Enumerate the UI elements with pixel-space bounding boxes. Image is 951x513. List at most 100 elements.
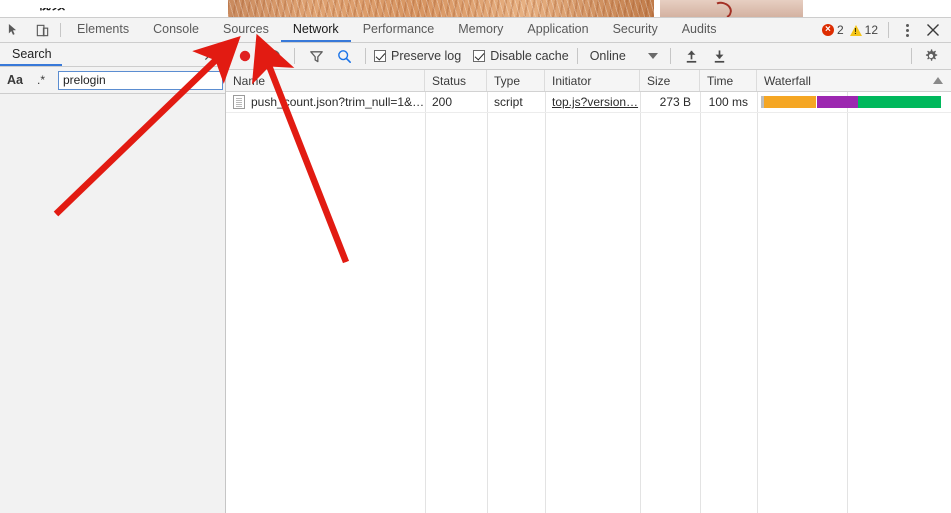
- tab-elements[interactable]: Elements: [65, 18, 141, 42]
- toolbar-divider-1: [294, 48, 295, 64]
- network-panel: Preserve log Disable cache Online Name S…: [226, 43, 951, 513]
- tab-network[interactable]: Network: [280, 18, 351, 42]
- tab-security[interactable]: Security: [601, 18, 670, 42]
- cell-time: 100 ms: [700, 92, 757, 112]
- page-image-left: [228, 0, 654, 17]
- tab-audits-label: Audits: [681, 22, 717, 36]
- devtools-tabbar: Elements Console Sources Network Perform…: [0, 18, 951, 43]
- devtools-screenshot: 视频 Elements Console Sources Network Per: [0, 0, 951, 513]
- match-case-button[interactable]: Aa: [4, 71, 26, 90]
- table-header-row: Name Status Type Initiator Size Time Wat…: [226, 70, 951, 92]
- script-file-icon: [233, 95, 245, 109]
- chevron-down-icon: [647, 53, 658, 59]
- regex-label: .*: [36, 73, 45, 87]
- tab-application[interactable]: Application: [515, 18, 600, 42]
- tab-console[interactable]: Console: [141, 18, 211, 42]
- search-input[interactable]: [58, 70, 223, 90]
- warning-icon: [849, 24, 862, 36]
- column-header-status-label: Status: [432, 73, 467, 88]
- tabbar-right-group: × 2 12: [821, 18, 951, 42]
- preserve-log-box: [374, 50, 386, 62]
- tab-security-label: Security: [612, 22, 658, 36]
- tab-network-label: Network: [292, 22, 339, 36]
- column-header-waterfall[interactable]: Waterfall: [757, 70, 951, 91]
- disable-cache-box: [473, 50, 486, 62]
- toggle-device-toolbar-icon[interactable]: [28, 18, 56, 42]
- search-controls-row: Aa .*: [0, 67, 272, 94]
- cell-type: script: [487, 92, 545, 112]
- regex-button[interactable]: .*: [30, 71, 52, 90]
- warning-count: 12: [864, 23, 878, 37]
- filter-icon[interactable]: [303, 45, 329, 67]
- cell-size: 273 B: [640, 92, 700, 112]
- column-header-time[interactable]: Time: [700, 70, 757, 91]
- cell-size-label: 273 B: [659, 95, 691, 109]
- devtools-panel: Elements Console Sources Network Perform…: [0, 17, 951, 513]
- tab-elements-label: Elements: [77, 22, 130, 36]
- search-results-area: [0, 94, 225, 513]
- sort-ascending-icon: [933, 77, 943, 84]
- requests-table: Name Status Type Initiator Size Time Wat…: [226, 70, 951, 513]
- page-right-blank: [803, 0, 951, 17]
- initiator-link[interactable]: top.js?version…: [552, 95, 638, 109]
- clear-button[interactable]: [260, 45, 286, 67]
- waterfall-bar: [761, 96, 943, 108]
- tab-performance-label: Performance: [362, 22, 435, 36]
- waterfall-segment-content-download: [858, 96, 942, 108]
- table-row[interactable]: push_count.json?trim_null=1&… 200 script…: [226, 92, 951, 113]
- search-drawer-tabbar: Search: [0, 43, 225, 67]
- tab-audits[interactable]: Audits: [670, 18, 729, 42]
- waterfall-segment-request-sent: [816, 96, 859, 108]
- more-options-icon[interactable]: [897, 23, 917, 37]
- import-har-button[interactable]: [679, 45, 705, 67]
- tab-sources[interactable]: Sources: [211, 18, 281, 42]
- waterfall-segment-dns-tcp: [763, 96, 817, 108]
- error-icon: ×: [821, 24, 834, 36]
- record-button[interactable]: [232, 45, 258, 67]
- table-column-grid: [226, 92, 951, 513]
- disable-cache-label: Disable cache: [490, 49, 569, 63]
- gear-icon[interactable]: [918, 45, 944, 67]
- cell-name-label: push_count.json?trim_null=1&…: [251, 95, 425, 109]
- column-header-initiator[interactable]: Initiator: [545, 70, 640, 91]
- close-search-drawer-icon[interactable]: [204, 48, 217, 61]
- tab-console-label: Console: [153, 22, 199, 36]
- tabbar-divider: [60, 23, 61, 37]
- cell-status-label: 200: [432, 95, 453, 109]
- column-header-name[interactable]: Name: [226, 70, 425, 91]
- tab-memory-label: Memory: [458, 22, 504, 36]
- page-content-strip: 视频: [0, 0, 951, 17]
- toolbar-divider-5: [911, 48, 912, 64]
- tab-memory[interactable]: Memory: [446, 18, 515, 42]
- cell-initiator: top.js?version…: [545, 92, 640, 112]
- cell-status: 200: [425, 92, 487, 112]
- search-icon[interactable]: [331, 45, 357, 67]
- inspect-element-icon[interactable]: [0, 18, 28, 42]
- cell-type-label: script: [494, 95, 523, 109]
- tab-application-label: Application: [527, 22, 589, 36]
- column-header-type[interactable]: Type: [487, 70, 545, 91]
- tab-search-label: Search: [12, 46, 52, 61]
- cell-waterfall: [757, 92, 951, 112]
- error-badge[interactable]: × 2: [821, 23, 844, 37]
- toolbar-divider-2: [365, 48, 366, 64]
- column-header-initiator-label: Initiator: [552, 73, 592, 88]
- network-toolbar: Preserve log Disable cache Online: [226, 43, 951, 70]
- column-header-status[interactable]: Status: [425, 70, 487, 91]
- preserve-log-checkbox[interactable]: Preserve log: [374, 49, 461, 63]
- devtools-body: Search Aa .* prelogin Preserve log Disab…: [0, 43, 951, 513]
- tab-search[interactable]: Search: [0, 43, 62, 66]
- close-devtools-icon[interactable]: [921, 23, 945, 37]
- search-drawer: Search Aa .*: [0, 43, 272, 513]
- disable-cache-checkbox[interactable]: Disable cache: [473, 49, 569, 63]
- toolbar-right-group: [905, 45, 951, 67]
- throttling-select[interactable]: Online: [586, 49, 662, 63]
- preserve-log-label: Preserve log: [391, 49, 462, 63]
- column-header-type-label: Type: [494, 73, 521, 88]
- warning-badge[interactable]: 12: [849, 23, 878, 37]
- export-har-button[interactable]: [707, 45, 733, 67]
- column-header-size[interactable]: Size: [640, 70, 700, 91]
- cell-time-label: 100 ms: [708, 95, 748, 109]
- error-count: 2: [836, 23, 844, 37]
- tab-performance[interactable]: Performance: [351, 18, 447, 42]
